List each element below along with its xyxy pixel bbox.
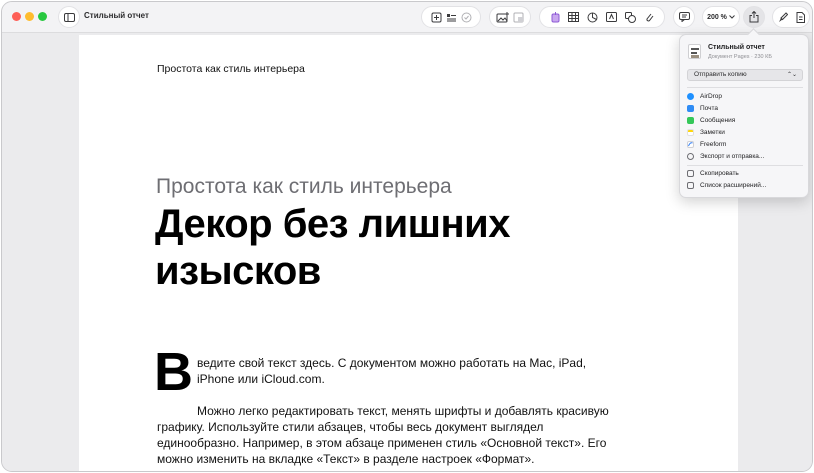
document-thumbnail bbox=[688, 44, 701, 59]
shape-icon[interactable] bbox=[624, 11, 636, 23]
share-button[interactable] bbox=[743, 6, 765, 28]
share-item-freeform[interactable]: Freeform bbox=[687, 139, 803, 150]
comment-icon bbox=[678, 12, 690, 22]
share-item-messages[interactable]: Сообщения bbox=[687, 115, 803, 126]
minimize-window-button[interactable] bbox=[25, 12, 34, 21]
media-icon[interactable] bbox=[644, 12, 654, 23]
share-item-label: Экспорт и отправка... bbox=[700, 153, 765, 160]
copy-icon bbox=[687, 170, 694, 177]
share-doc-info: Документ Pages · 230 КБ bbox=[708, 54, 772, 60]
toolbar-group-insert bbox=[539, 6, 665, 28]
window-title: Стильный отчет bbox=[84, 11, 149, 20]
chevron-down-icon bbox=[729, 15, 735, 19]
list-icon[interactable] bbox=[446, 12, 457, 23]
sidebar-icon bbox=[63, 12, 75, 22]
extensions-label: Список расширений... bbox=[700, 182, 767, 189]
document-page[interactable]: Простота как стиль интерьера Простота ка… bbox=[79, 35, 738, 471]
share-popover: Стильный отчет Документ Pages · 230 КБ О… bbox=[679, 28, 809, 198]
textbox-icon[interactable] bbox=[605, 12, 617, 22]
share-item-label: Сообщения bbox=[700, 117, 736, 124]
toolbar: Стильный отчет 200 % bbox=[2, 2, 812, 33]
zoom-select[interactable]: 200 % bbox=[702, 6, 740, 28]
notes-icon bbox=[687, 129, 694, 136]
close-window-button[interactable] bbox=[12, 12, 21, 21]
share-item-airdrop[interactable]: AirDrop bbox=[687, 91, 803, 102]
share-item-export[interactable]: Экспорт и отправка... bbox=[687, 151, 803, 162]
airdrop-icon bbox=[687, 93, 694, 100]
comment-button[interactable] bbox=[673, 6, 695, 28]
copy-action[interactable]: Скопировать bbox=[687, 168, 803, 179]
toolbar-group-inspector bbox=[772, 6, 810, 28]
format-brush-icon[interactable] bbox=[778, 11, 788, 23]
document-title[interactable]: Декор без лишних изысков bbox=[155, 201, 625, 295]
resize-icon[interactable] bbox=[513, 12, 524, 23]
freeform-icon bbox=[687, 141, 694, 148]
share-item-label: Почта bbox=[700, 105, 719, 112]
messages-icon bbox=[687, 117, 694, 124]
share-icon bbox=[749, 11, 759, 23]
sidebar-toggle-button[interactable] bbox=[58, 6, 80, 28]
document-icon[interactable] bbox=[796, 11, 805, 23]
send-copy-label: Отправить копию bbox=[694, 71, 747, 78]
page-header[interactable]: Простота как стиль интерьера bbox=[157, 63, 305, 75]
body-paragraph-2[interactable]: Можно легко редактировать текст, менять … bbox=[157, 403, 627, 467]
share-item-notes[interactable]: Заметки bbox=[687, 127, 803, 138]
drop-cap[interactable]: В bbox=[154, 345, 193, 399]
popover-separator bbox=[687, 165, 803, 166]
share-item-label: Заметки bbox=[700, 129, 725, 136]
share-doc-name: Стильный отчет bbox=[708, 44, 765, 51]
popover-separator bbox=[687, 87, 803, 88]
share-item-label: Freeform bbox=[700, 141, 727, 148]
text-insert-icon[interactable] bbox=[551, 11, 560, 23]
extensions-icon bbox=[687, 182, 694, 189]
toolbar-group-pages bbox=[421, 6, 481, 28]
updown-chevron-icon: ⌃⌄ bbox=[786, 72, 797, 78]
app-window: Стильный отчет 200 % Простота как стиль … bbox=[1, 1, 813, 472]
table-icon[interactable] bbox=[567, 12, 579, 22]
zoom-value: 200 % bbox=[707, 13, 727, 21]
chart-icon[interactable] bbox=[587, 12, 598, 23]
send-copy-select[interactable]: Отправить копию ⌃⌄ bbox=[687, 69, 803, 81]
toolbar-group-media bbox=[489, 6, 531, 28]
zoom-window-button[interactable] bbox=[38, 12, 47, 21]
copy-label: Скопировать bbox=[700, 170, 739, 177]
mail-icon bbox=[687, 105, 694, 112]
check-circle-icon[interactable] bbox=[461, 12, 472, 23]
page-add-icon[interactable] bbox=[431, 12, 442, 23]
body-paragraph-1[interactable]: ведите свой текст здесь. С документом мо… bbox=[197, 355, 617, 387]
extensions-list-action[interactable]: Список расширений... bbox=[687, 180, 803, 191]
share-item-mail[interactable]: Почта bbox=[687, 103, 803, 114]
share-item-label: AirDrop bbox=[700, 93, 723, 100]
image-add-icon[interactable] bbox=[496, 11, 509, 23]
export-icon bbox=[687, 153, 694, 160]
document-subtitle[interactable]: Простота как стиль интерьера bbox=[156, 175, 452, 199]
